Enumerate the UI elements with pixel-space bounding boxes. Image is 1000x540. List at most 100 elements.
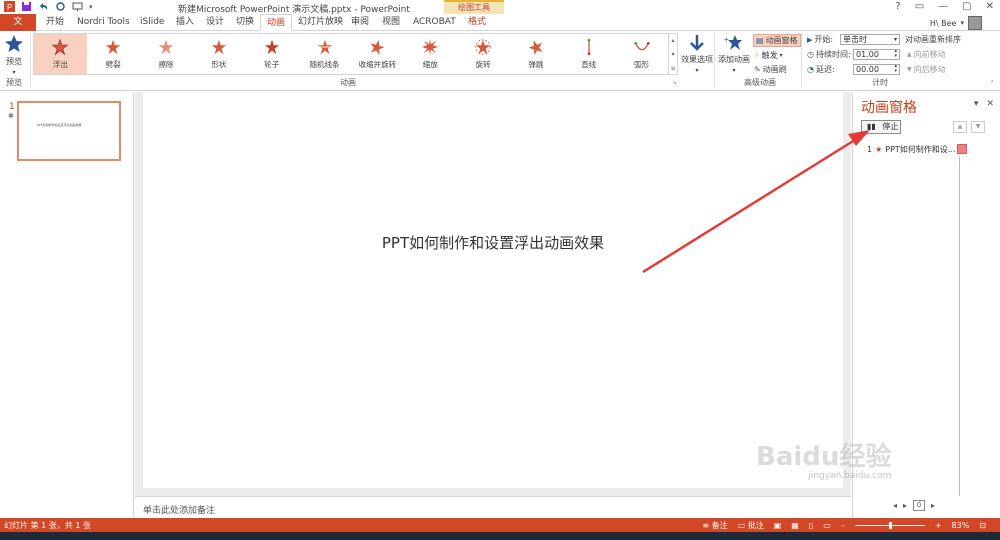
notes-toggle[interactable]: ≡ 备注 [702,520,727,531]
zoom-in-icon[interactable]: + [935,521,942,530]
anim-item-star-icon: ★ [875,145,883,154]
start-dropdown-icon: ▾ [893,36,897,43]
slide-canvas[interactable]: PPT如何制作和设置浮出动画效果 [143,92,843,488]
zoom-level[interactable]: 83% [952,521,970,530]
reading-view-icon[interactable]: ▯ [809,521,813,530]
tab-insert[interactable]: 插入 [170,14,200,31]
account-dropdown-icon[interactable]: ▾ [960,19,964,27]
tab-nordri-tools[interactable]: Nordri Tools [71,14,136,31]
customize-qat-icon[interactable]: ▾ [89,3,93,11]
move-up-button[interactable]: ▲ [953,121,967,133]
tab-home[interactable]: 开始 [40,14,70,31]
comments-toggle[interactable]: ▭ 批注 [738,520,764,531]
start-label: ▶ 开始: [807,35,834,44]
animation-painter-button[interactable]: ✎ 动画刷 [754,64,787,75]
baidu-watermark: Baidu经验 jingyan.baidu.com [756,436,891,481]
zoom-out-icon[interactable]: – [841,521,845,530]
tab-format[interactable]: 格式 [462,14,492,31]
add-animation-button[interactable]: + 添加动画 ▾ [717,34,751,74]
anim-wheel[interactable]: 轮子 [245,34,298,74]
anim-spin[interactable]: 旋转 [457,34,510,74]
status-bar: 幻灯片 第 1 张，共 1 张 ≡ 备注 ▭ 批注 ▣ ▦ ▯ ▭ – + 83… [0,518,1000,532]
anim-zoom[interactable]: 缩放 [404,34,457,74]
duration-field[interactable]: 01.00 ▴ ▾ [853,49,900,60]
scroll-left-icon[interactable]: ◂ [893,501,897,510]
pane-menu-icon[interactable]: ▾ [974,99,979,109]
divider [714,33,715,87]
trigger-button[interactable]: ⚡ 触发 ▾ [754,50,783,61]
ribbon-display-button[interactable]: ▭ [915,1,924,12]
effect-options-button[interactable]: 效果选项 ▾ [680,34,714,74]
account-name[interactable]: H\ Bee [930,19,957,28]
slideshow-view-icon[interactable]: ▭ [823,521,831,530]
anim-lines[interactable]: 直线 [562,34,615,74]
fit-slide-icon[interactable]: ⊡ [979,521,986,530]
anim-random-bars[interactable]: 随机线条 [298,34,351,74]
delay-field[interactable]: 00.00 ▴ ▾ [853,64,900,75]
animation-list-item[interactable]: 1 ★ PPT如何制作和设... [867,144,955,155]
slide-thumbnail[interactable]: PPT如何制作和设置浮出动画效果 [17,101,121,161]
footer-seconds-field[interactable]: 0 [913,500,926,511]
zoom-knob[interactable] [888,522,892,529]
slide-count: 幻灯片 第 1 张，共 1 张 [4,521,91,530]
start-select[interactable]: 单击时 ▾ [840,34,900,45]
move-earlier-button[interactable]: ▲ 向前移动 [907,49,946,60]
notes-pane[interactable]: 单击此处添加备注 [135,496,851,518]
move-later-button[interactable]: ▼ 向后移动 [907,64,946,75]
collapse-ribbon-icon[interactable]: ˄ [991,80,995,88]
duration-spinner-icon[interactable]: ▴ ▾ [894,49,897,59]
animation-gallery: 浮出 劈裂 擦除 形状 轮子 随机线条 收缩并旋转 缩放 旋转 弹跳 直线 弧形 [33,33,669,75]
maximize-button[interactable]: ▢ [962,1,971,12]
anim-wipe[interactable]: 擦除 [140,34,193,74]
tab-islide[interactable]: iSlide [134,14,170,31]
normal-view-icon[interactable]: ▣ [774,521,782,530]
svg-text:+: + [724,35,729,44]
taskbar [0,532,1000,540]
zoom-slider[interactable] [854,522,925,529]
powerpoint-logo-icon: P [4,1,15,12]
tab-acrobat[interactable]: ACROBAT [407,14,462,31]
thumbnail-animation-icon: ✱ [8,112,14,120]
redo-icon[interactable] [55,1,66,12]
anim-split[interactable]: 劈裂 [87,34,140,74]
stop-button[interactable]: ▮▮ 停止 [861,120,901,134]
group-dialog-launcher-icon[interactable]: ↘ [672,79,677,86]
float-in-star-icon [51,38,69,56]
undo-icon[interactable] [38,1,49,12]
present-icon[interactable] [72,1,83,12]
trigger-dropdown-icon: ▾ [779,52,783,59]
account-area[interactable]: H\ Bee ▾ [930,16,982,30]
anim-grow-turn[interactable]: 收缩并旋转 [351,34,404,74]
footer-dropdown-icon[interactable]: ▸ [931,501,935,510]
help-button[interactable]: ? [895,1,900,12]
avatar[interactable] [968,16,982,30]
wheel-star-icon [264,39,279,55]
scroll-right-icon[interactable]: ▸ [903,501,907,510]
preview-button[interactable]: 预览 ▾ [4,34,24,76]
slide-title-text[interactable]: PPT如何制作和设置浮出动画效果 [143,232,843,253]
slide-sorter-icon[interactable]: ▦ [791,521,799,530]
tab-view[interactable]: 视图 [376,14,406,31]
delay-spinner-icon[interactable]: ▴ ▾ [894,64,897,74]
clock-icon: ◷ [807,50,814,59]
anim-float-in[interactable]: 浮出 [34,34,87,74]
gallery-scroll[interactable]: ▴ ▾ ≡ [669,33,678,75]
anim-timing-bar[interactable] [957,144,967,154]
minimize-button[interactable]: — [938,1,948,12]
anim-bounce[interactable]: 弹跳 [509,34,562,74]
anim-arcs[interactable]: 弧形 [615,34,668,74]
pane-close-icon[interactable]: ✕ [986,99,994,109]
close-button[interactable]: ✕ [986,1,994,12]
tab-animations[interactable]: 动画 [260,14,293,31]
tab-slideshow[interactable]: 幻灯片放映 [292,14,349,31]
save-icon[interactable] [21,1,32,12]
animation-pane-button[interactable]: ▤ 动画窗格 [753,34,801,47]
watermark-logo: Baidu经验 [756,442,892,472]
tab-file[interactable]: 文件 [0,14,36,44]
tab-design[interactable]: 设计 [200,14,230,31]
anim-shape[interactable]: 形状 [192,34,245,74]
effect-options-dropdown-icon: ▾ [695,67,699,74]
tab-review[interactable]: 审阅 [345,14,375,31]
move-down-button[interactable]: ▼ [971,121,985,133]
tab-transitions[interactable]: 切换 [230,14,260,31]
